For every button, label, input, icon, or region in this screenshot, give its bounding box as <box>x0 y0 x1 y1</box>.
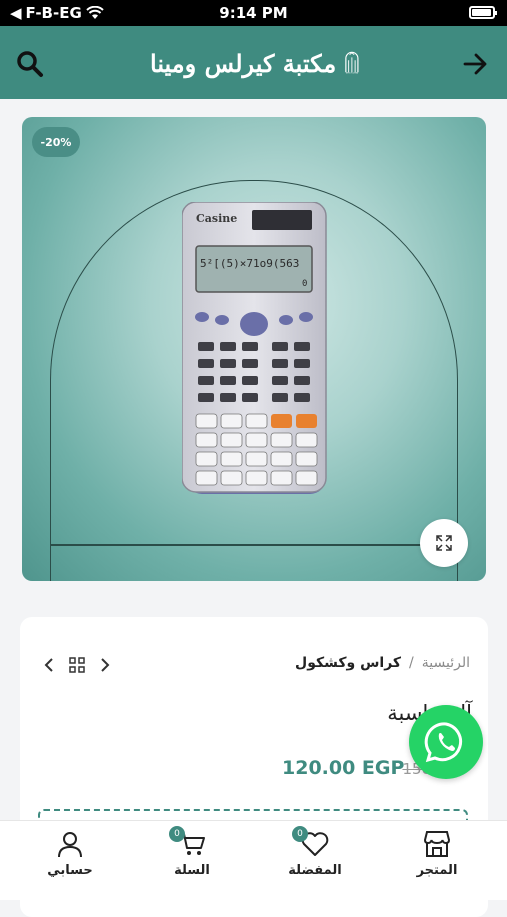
calculator-image: Casine 5²[(5)×71o9(563 0 <box>182 202 327 494</box>
whatsapp-icon <box>424 722 463 763</box>
whatsapp-button[interactable] <box>409 705 483 779</box>
bottom-navigation: المتجر 0 المفضلة 0 السلة حسابي <box>0 820 507 900</box>
product-navigation <box>43 657 111 673</box>
nav-label-cart: السلة <box>174 863 210 878</box>
chevron-right-icon[interactable] <box>99 657 111 673</box>
arrow-right-icon[interactable] <box>461 50 489 78</box>
status-bar: ◀ F-B-EG 9:14 PM <box>0 0 507 26</box>
breadcrumb-home-link[interactable]: الرئيسية <box>422 655 470 671</box>
logo-mark-icon: KEROLOS & MINA <box>345 51 359 75</box>
svg-text:Casine: Casine <box>196 212 237 225</box>
nav-item-cart[interactable]: 0 السلة <box>130 821 254 901</box>
breadcrumb-separator: / <box>409 655 414 671</box>
nav-label-store: المتجر <box>416 863 458 878</box>
nav-item-account[interactable]: حسابي <box>8 821 132 901</box>
battery-icon <box>469 6 497 19</box>
product-image[interactable]: -20% Casine 5²[(5)×71o9(563 0 <box>22 117 486 581</box>
nav-label-account: حسابي <box>47 863 93 878</box>
store-icon <box>423 831 451 857</box>
nav-item-favorites[interactable]: 0 المفضلة <box>253 821 377 901</box>
chevron-left-icon[interactable] <box>43 657 55 673</box>
status-time: 9:14 PM <box>219 4 288 22</box>
app-header: مكتبة كيرلس ومينا KEROLOS & MINA <box>0 26 507 99</box>
cart-count-badge: 0 <box>169 826 185 842</box>
expand-image-button[interactable] <box>420 519 468 567</box>
current-price: 120.00 EGP <box>282 757 405 779</box>
nav-label-favorites: المفضلة <box>288 863 342 878</box>
breadcrumb: الرئيسية / كراس وكشكول <box>295 655 470 671</box>
expand-icon <box>436 535 452 551</box>
svg-text:5²[(5)×71o9(563: 5²[(5)×71o9(563 <box>200 257 299 270</box>
grid-icon[interactable] <box>69 657 85 673</box>
breadcrumb-category-link[interactable]: كراس وكشكول <box>295 655 401 671</box>
discount-badge: -20% <box>32 127 80 157</box>
store-logo[interactable]: مكتبة كيرلس ومينا KEROLOS & MINA <box>150 36 360 90</box>
user-icon <box>58 832 82 858</box>
decorative-arch-base <box>50 544 458 546</box>
svg-text:0: 0 <box>302 279 307 289</box>
nav-item-store[interactable]: المتجر <box>375 821 499 901</box>
logo-text: مكتبة كيرلس ومينا <box>150 48 337 78</box>
favorites-count-badge: 0 <box>292 826 308 842</box>
search-icon[interactable] <box>16 50 44 78</box>
